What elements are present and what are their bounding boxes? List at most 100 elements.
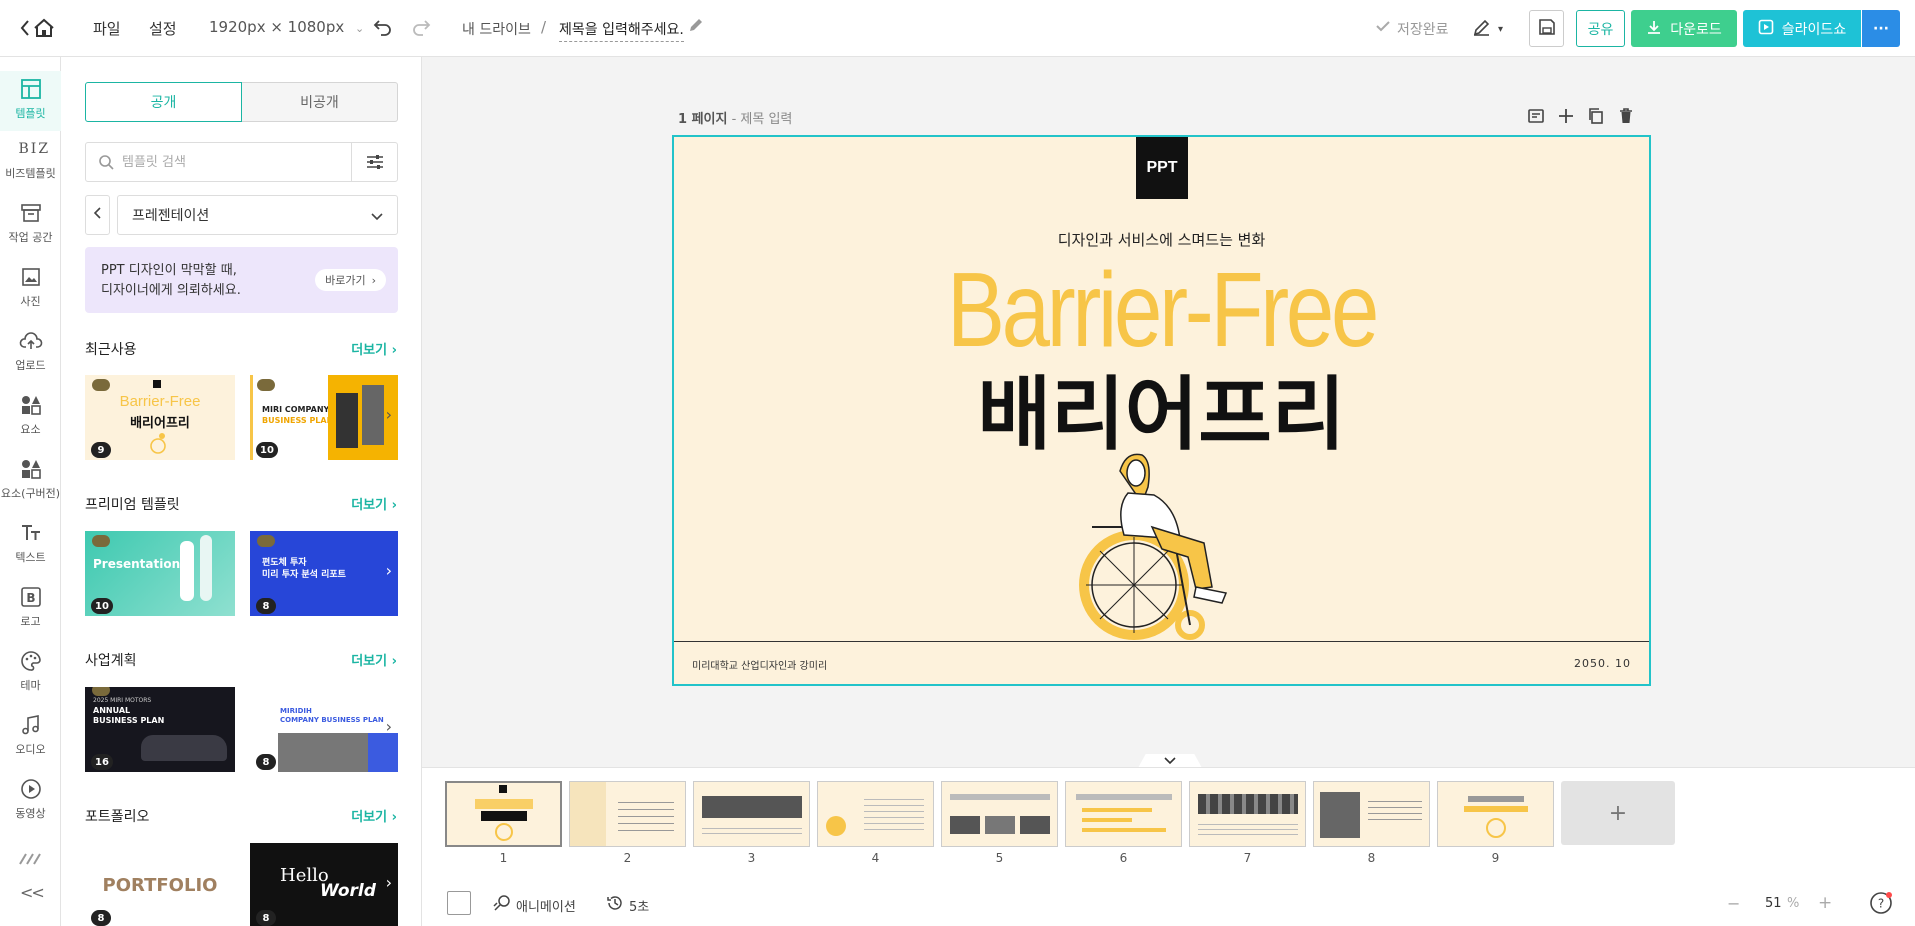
slide-logo[interactable]: PPT [1136,137,1188,199]
page-note-icon[interactable] [1527,107,1545,129]
page-number: 9 [1491,851,1500,865]
search-input[interactable] [122,152,342,172]
page-label[interactable]: 1 페이지 - 제목 입력 [678,108,792,127]
template-thumb-portfolio[interactable]: PORTFOLIO 8 [85,843,235,926]
page-thumb-2[interactable] [569,781,686,847]
template-thumb-investment-report[interactable]: 편도체 투자 미리 투자 분석 리포트 › 8 [250,531,398,616]
document-title[interactable]: 제목을 입력해주세요. [559,19,684,42]
menu-file[interactable]: 파일 [93,18,121,39]
rail-item-biz-template[interactable]: BIZ 비즈템플릿 [0,131,61,191]
share-button[interactable]: 공유 [1576,10,1625,47]
more-options-button[interactable]: ··· [1862,10,1900,47]
save-button[interactable] [1529,10,1564,47]
slide-title-en[interactable]: Barrier-Free [762,255,1562,365]
menu-settings[interactable]: 설정 [149,18,177,39]
more-link-business[interactable]: 더보기 › [351,650,397,669]
chevron-right-icon[interactable]: › [386,717,392,736]
rail-label: 요소(구버전) [0,487,61,500]
help-icon[interactable]: ? [1869,891,1893,919]
rail-item-upload[interactable]: 업로드 [0,323,61,383]
zoom-out-button[interactable]: − [1727,894,1740,913]
thumb-report-line-2: 미리 투자 분석 리포트 [262,570,346,580]
visibility-tabs: 공개 비공개 [85,82,398,122]
page-thumb-1[interactable] [445,781,562,847]
wheelchair-illustration[interactable] [1072,447,1252,647]
pen-tool-button[interactable]: ▾ [1472,17,1503,41]
category-select[interactable]: 프레젠테이션 [117,195,398,235]
template-thumb-hello-world[interactable]: Hello World › 8 [250,843,398,926]
select-all-checkbox[interactable] [447,891,471,915]
page-number: 3 [747,851,756,865]
slide-page-1[interactable]: PPT 디자인과 서비스에 스며드는 변화 Barrier-Free 배리어프리… [672,135,1651,686]
page-thumb-9[interactable] [1437,781,1554,847]
slideshow-button[interactable]: 슬라이드쇼 [1743,10,1861,47]
duration-button[interactable]: 5초 [606,894,649,916]
more-link-portfolio[interactable]: 더보기 › [351,806,397,825]
banner-go-button[interactable]: 바로가기 › [315,269,386,291]
category-value: 프레젠테이션 [132,208,210,224]
page-thumb-7[interactable] [1189,781,1306,847]
rail-item-text[interactable]: 텍스트 [0,515,61,575]
undo-icon[interactable] [373,17,393,41]
template-thumb-barrier-free[interactable]: Barrier-Free 배리어프리 9 [85,375,235,460]
chevron-down-icon: ▾ [1498,23,1504,35]
more-link-recent[interactable]: 더보기 › [351,339,397,358]
thumb-annual-line-3: BUSINESS PLAN [93,716,165,725]
rail-item-photo[interactable]: 사진 [0,259,61,319]
home-icon[interactable] [18,16,56,40]
zoom-value[interactable]: 51 [1765,896,1782,911]
add-page-icon[interactable] [1557,107,1575,129]
chevron-right-icon[interactable]: › [386,561,392,580]
page-tools [1527,107,1635,129]
page-thumb-4[interactable] [817,781,934,847]
template-thumb-miri-company[interactable]: MIRI COMPANY BUSINESS PLAN › 10 [250,375,398,460]
thumb-annual-line-2: ANNUAL [93,706,131,715]
pencil-icon[interactable] [688,17,704,37]
breadcrumb-root[interactable]: 내 드라이브 [462,19,531,39]
rail-item-video[interactable]: 동영상 [0,771,61,831]
page-count-badge: 8 [256,910,276,926]
tab-private[interactable]: 비공개 [242,82,398,122]
drag-handle-icon[interactable] [18,852,42,870]
history-icon [606,894,624,916]
rail-item-theme[interactable]: 테마 [0,643,61,703]
zoom-in-button[interactable]: + [1818,893,1832,913]
more-link-premium[interactable]: 더보기 › [351,494,397,513]
collapse-panel-button[interactable]: << [20,883,45,902]
premium-crown-icon [92,535,110,547]
category-back-button[interactable] [85,195,110,235]
rail-item-elements-legacy[interactable]: 요소(구버전) [0,451,61,511]
tab-public[interactable]: 공개 [85,82,242,122]
template-thumb-annual-plan[interactable]: 2025 MIRI MOTORS ANNUAL BUSINESS PLAN 16 [85,687,235,772]
animation-button[interactable]: 애니메이션 [493,894,576,916]
canvas-size-select[interactable]: 1920px × 1080px ⌄ [209,18,364,36]
filmstrip-toggle-button[interactable] [1138,754,1202,768]
chevron-right-icon[interactable]: › [386,405,392,424]
redo-icon[interactable] [411,17,431,41]
template-thumb-presentation[interactable]: Presentation 10 [85,531,235,616]
rail-item-workspace[interactable]: 작업 공간 [0,195,61,255]
add-page-button[interactable]: + [1561,781,1675,845]
banner-text: PPT 디자인이 막막할 때, 디자이너에게 의뢰하세요. [101,261,241,301]
delete-page-icon[interactable] [1617,107,1635,129]
page-thumb-5[interactable] [941,781,1058,847]
page-thumb-8[interactable] [1313,781,1430,847]
page-thumb-6[interactable] [1065,781,1182,847]
rail-item-logo[interactable]: B 로고 [0,579,61,639]
template-thumb-miridih-plan[interactable]: MIRIDIH COMPANY BUSINESS PLAN › 8 [250,687,398,772]
slide-subtitle[interactable]: 디자인과 서비스에 스며드는 변화 [674,229,1649,250]
duplicate-page-icon[interactable] [1587,107,1605,129]
download-button[interactable]: 다운로드 [1631,10,1737,47]
page-thumb-3[interactable] [693,781,810,847]
rail-label: 템플릿 [15,107,46,120]
slide-footer-left[interactable]: 미리대학교 산업디자인과 강미리 [692,657,827,672]
rail-item-audio[interactable]: 오디오 [0,707,61,767]
designer-request-banner[interactable]: PPT 디자인이 막막할 때, 디자이너에게 의뢰하세요. 바로가기 › [85,247,398,313]
chevron-right-icon[interactable]: › [386,873,392,892]
filter-icon[interactable] [351,143,398,181]
chevron-down-icon: ⌄ [355,22,365,35]
svg-text:?: ? [1878,897,1884,911]
rail-item-elements[interactable]: 요소 [0,387,61,447]
slide-footer-right[interactable]: 2050. 10 [1574,657,1631,670]
rail-item-template[interactable]: 템플릿 [0,71,61,131]
